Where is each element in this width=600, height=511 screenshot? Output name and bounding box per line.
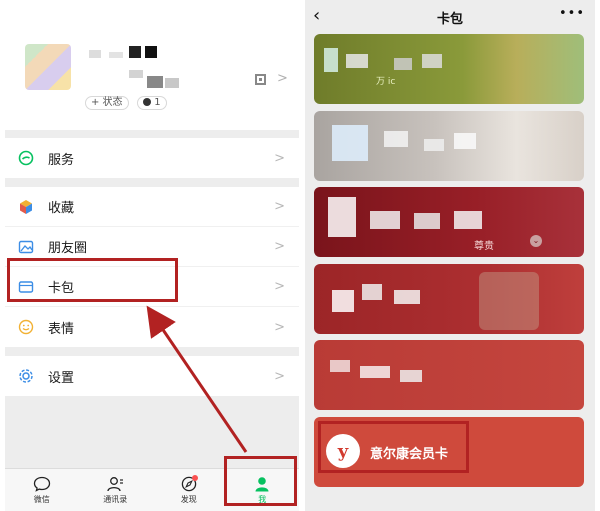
annotation-arrow: [146, 305, 248, 453]
